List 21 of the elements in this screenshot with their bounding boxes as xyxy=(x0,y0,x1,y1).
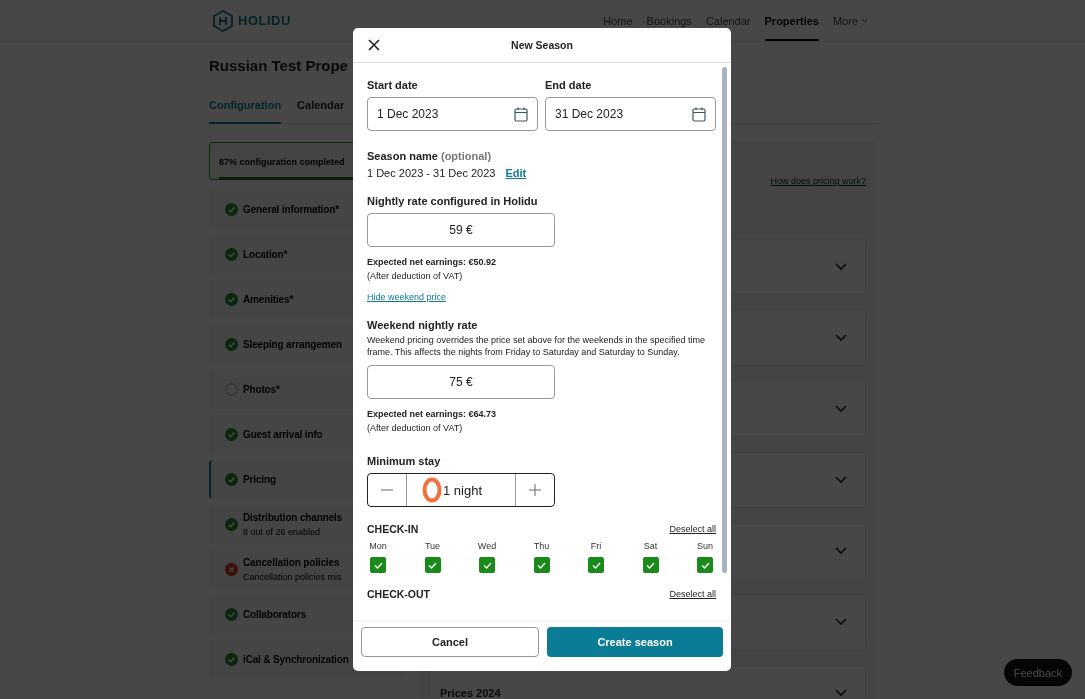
day-label: Wed xyxy=(477,541,497,551)
day-label: Sun xyxy=(697,541,713,551)
property-title: Russian Test Prope xyxy=(209,57,349,76)
day-label: Thu xyxy=(533,541,550,551)
day-label: Fri xyxy=(590,541,602,551)
dialog-title: New Season xyxy=(510,39,574,51)
field-label: End date xyxy=(545,79,593,91)
season-name: 1 Dec 2023 - 31 Dec 2023 xyxy=(367,167,496,179)
progress-label: 87% configuration completed xyxy=(219,157,345,167)
field-label: Season name (optional) xyxy=(367,150,493,162)
field-label: Start date xyxy=(367,79,419,91)
stay-value: 1 night xyxy=(442,482,482,498)
day-label: Sat xyxy=(643,541,658,551)
logo-text: HOLIDU xyxy=(238,13,291,28)
day-label: Mon xyxy=(369,541,387,551)
vat-note: (After deduction of VAT) xyxy=(367,271,464,281)
item-label: Distribution channels xyxy=(243,512,343,523)
section-title: Prices 2024 xyxy=(440,687,501,698)
item-subtitle: Cancellation policies mis xyxy=(243,572,342,582)
item-label: Cancellation policies xyxy=(243,557,341,568)
day-label: Tue xyxy=(424,541,441,551)
